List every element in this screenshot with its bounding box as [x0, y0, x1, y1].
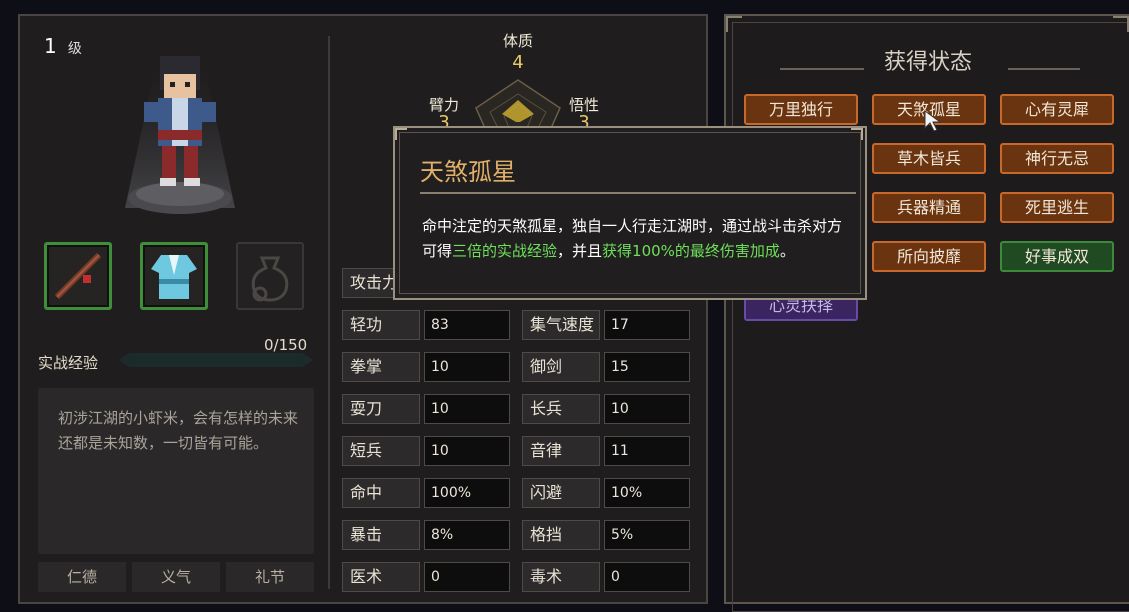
- stat-label-right-7: 毒术: [522, 562, 600, 592]
- exp-value: 0/150: [264, 336, 308, 354]
- equip-slot-accessory[interactable]: [236, 242, 304, 310]
- status-button-8[interactable]: 死里逃生: [1000, 192, 1114, 223]
- stat-value-right-6: 5%: [604, 520, 690, 550]
- robe-icon: [151, 255, 197, 299]
- radar-value-constitution: 4: [512, 52, 524, 73]
- stat-value-right-3: 10: [604, 394, 690, 424]
- stat-label-right-4: 音律: [522, 436, 600, 466]
- character-portrait: [125, 56, 235, 214]
- level-display: 1 级: [44, 34, 82, 58]
- panel-corner-ornament: [726, 16, 742, 32]
- status-button-7[interactable]: 兵器精通: [872, 192, 986, 223]
- tooltip-highlight: 三倍的实战经验: [452, 242, 558, 260]
- tooltip-body: 命中注定的天煞孤星，独自一人行走江湖时，通过战斗击杀对方可得三倍的实战经验，并且…: [422, 214, 846, 264]
- panel-divider: [328, 36, 330, 589]
- stat-label-right-6: 格挡: [522, 520, 600, 550]
- status-button-0[interactable]: 万里独行: [744, 94, 858, 125]
- tooltip-highlight: 获得100%的最终伤害加成: [602, 242, 780, 260]
- exp-progress-bar: [118, 353, 314, 367]
- tooltip-title: 天煞孤星: [420, 158, 516, 186]
- stat-label-right-5: 闪避: [522, 478, 600, 508]
- tooltip-divider: [420, 192, 856, 194]
- stat-label-left-7: 医术: [342, 562, 420, 592]
- stat-value-left-1: 83: [424, 310, 510, 340]
- radar-label-constitution: 体质: [502, 32, 533, 50]
- virtue-tab-1[interactable]: 义气: [132, 562, 220, 592]
- pouch-icon: [251, 256, 289, 302]
- stat-value-right-2: 15: [604, 352, 690, 382]
- status-panel-title: 获得状态: [883, 50, 972, 75]
- tooltip-corner: [395, 128, 407, 140]
- tooltip-text: 。: [779, 242, 795, 260]
- stat-label-left-5: 命中: [342, 478, 420, 508]
- panel-corner-ornament: [1113, 16, 1129, 32]
- level-unit: 级: [67, 41, 82, 57]
- stat-label-right-3: 长兵: [522, 394, 600, 424]
- title-rule-right: [1008, 68, 1080, 70]
- stat-label-left-2: 拳掌: [342, 352, 420, 382]
- mouse-cursor-icon: [924, 110, 942, 132]
- tooltip-corner: [851, 128, 863, 140]
- stat-value-left-5: 100%: [424, 478, 510, 508]
- stat-label-left-1: 轻功: [342, 310, 420, 340]
- stat-value-left-2: 10: [424, 352, 510, 382]
- status-button-11[interactable]: 好事成双: [1000, 241, 1114, 272]
- status-button-10[interactable]: 所向披靡: [872, 241, 986, 272]
- virtue-tab-2[interactable]: 礼节: [226, 562, 314, 592]
- stat-label-right-2: 御剑: [522, 352, 600, 382]
- exp-label: 实战经验: [38, 354, 99, 372]
- staff-icon: [54, 252, 102, 300]
- stat-label-right-1: 集气速度: [522, 310, 600, 340]
- stat-value-left-4: 10: [424, 436, 510, 466]
- tooltip-text: ，并且: [557, 242, 603, 260]
- level-number: 1: [44, 34, 57, 58]
- stat-label-left-3: 耍刀: [342, 394, 420, 424]
- stat-value-left-3: 10: [424, 394, 510, 424]
- stat-value-left-7: 0: [424, 562, 510, 592]
- stat-value-right-4: 11: [604, 436, 690, 466]
- stat-label-left-4: 短兵: [342, 436, 420, 466]
- status-button-4[interactable]: 草木皆兵: [872, 143, 986, 174]
- stat-value-left-6: 8%: [424, 520, 510, 550]
- equip-slot-weapon[interactable]: [44, 242, 112, 310]
- character-description: 初涉江湖的小虾米，会有怎样的未来还都是未知数，一切皆有可能。: [58, 409, 299, 452]
- status-button-5[interactable]: 神行无忌: [1000, 143, 1114, 174]
- status-button-2[interactable]: 心有灵犀: [1000, 94, 1114, 125]
- stat-label-left-6: 暴击: [342, 520, 420, 550]
- virtue-tab-0[interactable]: 仁德: [38, 562, 126, 592]
- stat-value-right-7: 0: [604, 562, 690, 592]
- stat-value-right-5: 10%: [604, 478, 690, 508]
- stat-value-right-1: 17: [604, 310, 690, 340]
- equip-slot-armor[interactable]: [140, 242, 208, 310]
